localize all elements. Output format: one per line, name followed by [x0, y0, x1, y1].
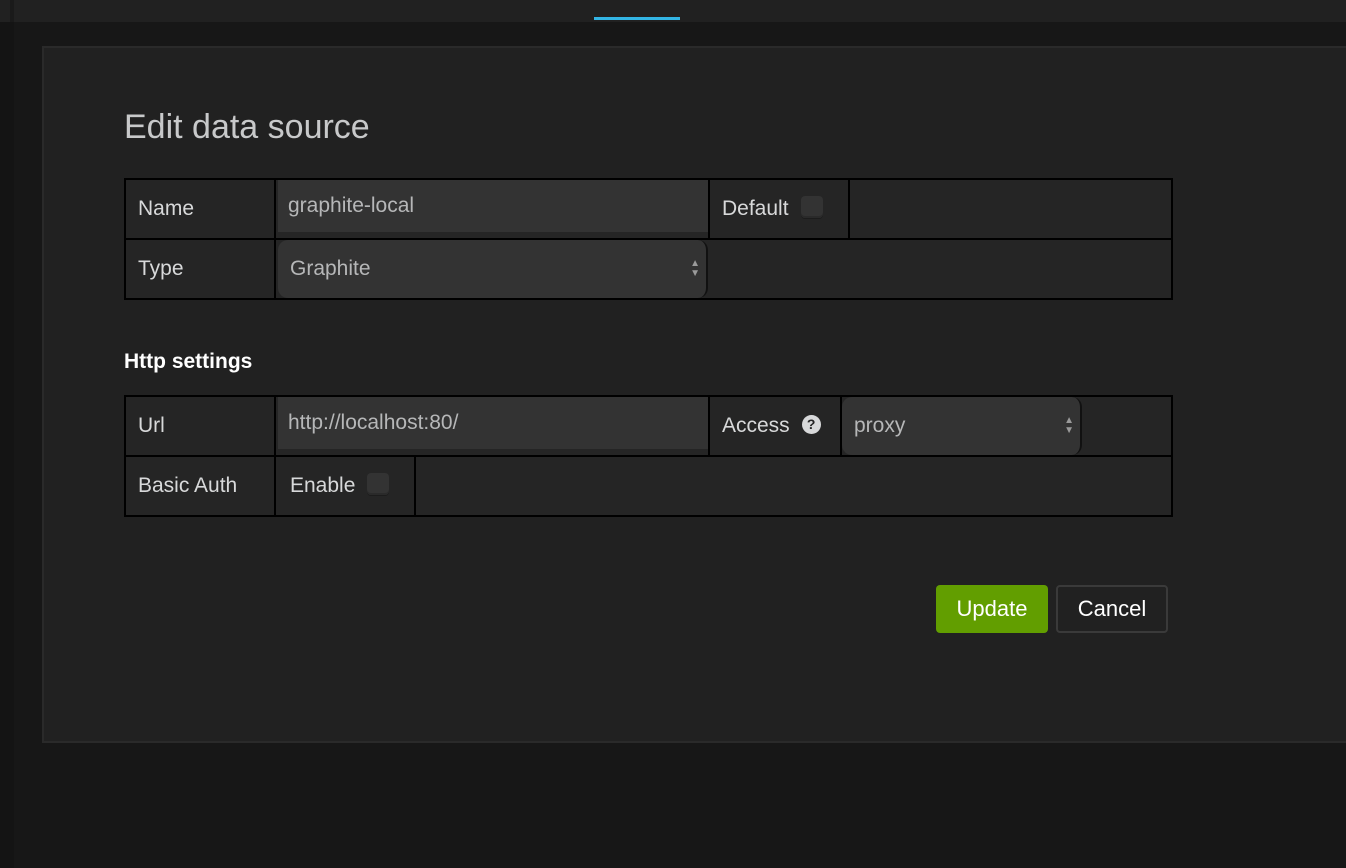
select-arrows-icon: ▲ ▼	[1064, 415, 1074, 436]
access-select[interactable]: proxy ▲ ▼	[842, 397, 1082, 455]
access-field: Access?	[710, 397, 840, 455]
page-title: Edit data source	[124, 108, 370, 146]
type-select-value: Graphite	[290, 257, 371, 280]
update-button[interactable]: Update	[936, 585, 1048, 633]
edit-datasource-panel: Edit data source Name Default Type Graph…	[42, 46, 1346, 743]
basic-auth-label: Basic Auth	[126, 457, 276, 515]
general-settings-table: Name Default Type Graphite ▲▼	[124, 178, 1173, 300]
top-navbar	[0, 0, 1346, 22]
navbar-left-strip	[10, 0, 14, 22]
enable-label: Enable	[290, 474, 356, 497]
url-input[interactable]	[278, 397, 708, 449]
question-circle-icon[interactable]: ?	[801, 414, 821, 434]
basic-auth-enable-checkbox[interactable]	[367, 473, 390, 496]
basic-auth-row: Basic Auth Enable	[126, 457, 1171, 515]
enable-field: Enable	[278, 457, 414, 515]
url-row: Url Access? proxy ▲▼	[126, 397, 1171, 457]
name-row: Name Default	[126, 180, 1171, 240]
active-tab-indicator	[594, 17, 680, 20]
select-arrows-icon: ▲ ▼	[690, 258, 700, 279]
type-row: Type Graphite ▲ ▼	[126, 240, 1171, 298]
type-select[interactable]: Graphite ▲ ▼	[278, 240, 708, 298]
name-input[interactable]	[278, 180, 708, 232]
access-label: Access	[722, 414, 790, 437]
divider	[848, 180, 850, 238]
http-settings-title: Http settings	[124, 350, 253, 373]
default-checkbox[interactable]	[800, 196, 823, 219]
url-label: Url	[126, 397, 276, 455]
sidebar-strip	[0, 22, 14, 868]
default-label: Default	[722, 197, 789, 220]
default-field: Default	[710, 180, 848, 238]
type-label: Type	[126, 240, 276, 298]
cancel-button[interactable]: Cancel	[1056, 585, 1168, 633]
divider	[414, 457, 416, 515]
http-settings-table: Url Access? proxy ▲▼ Basic Auth Enable	[124, 395, 1173, 517]
name-label: Name	[126, 180, 276, 238]
access-select-value: proxy	[854, 414, 906, 437]
